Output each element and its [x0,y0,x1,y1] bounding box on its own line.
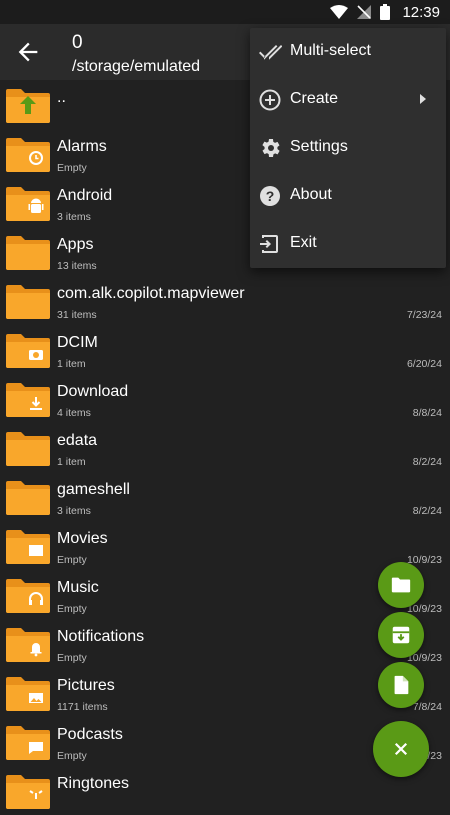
wifi-icon [330,5,349,19]
file-name: Music [57,579,99,596]
file-item-count: Empty [57,750,87,762]
download-folder-icon [6,383,50,417]
file-name: .. [57,89,66,106]
exit-icon [260,235,278,253]
file-date: 7/8/24 [412,701,442,713]
file-item-count: 1171 items [57,701,108,713]
android-folder-icon [6,187,50,221]
folder-icon [6,236,50,270]
menu-item-label: Exit [290,234,317,251]
back-arrow-icon[interactable] [14,38,42,66]
menu-item-label: Create [290,90,339,107]
clock: 12:39 [402,3,440,21]
file-item-count: 1 item [57,358,86,370]
new-archive-fab[interactable] [378,612,424,658]
music-folder-icon [6,579,50,613]
file-item-count: 3 items [57,211,91,223]
close-fab-button[interactable] [373,721,429,777]
parent-folder-icon [6,89,50,123]
file-item-count: 31 items [57,309,97,321]
menu-item-settings[interactable]: Settings [250,124,446,172]
notification-folder-icon [6,628,50,662]
menu-item-label: Settings [290,138,348,155]
double-check-icon [259,45,282,60]
file-list-item[interactable]: edata 1 item 8/2/24 [0,423,450,472]
file-date: 8/8/24 [412,407,442,419]
file-list-item[interactable]: com.alk.copilot.mapviewer 31 items 7/23/24 [0,276,450,325]
file-name: Podcasts [57,726,123,743]
file-name: Download [57,383,129,400]
menu-item-about[interactable]: ? About [250,172,446,220]
file-name: Notifications [57,628,145,645]
file-list-item[interactable]: Ringtones [0,766,450,815]
no-signal-icon [357,5,372,19]
file-list-item[interactable]: Movies Empty 10/9/23 [0,521,450,570]
new-file-fab[interactable] [378,662,424,708]
file-item-count: Empty [57,603,87,615]
submenu-arrow-icon [420,94,426,104]
file-name: Pictures [57,677,115,694]
new-folder-fab[interactable] [378,562,424,608]
close-icon [394,742,408,756]
archive-icon [392,626,410,644]
alarm-folder-icon [6,138,50,172]
camera-folder-icon [6,334,50,368]
folder-icon [6,285,50,319]
menu-item-create[interactable]: Create [250,76,446,124]
overflow-menu: Multi-select Create Settings ? About Exi… [250,28,446,268]
file-list-item[interactable]: gameshell 3 items 8/2/24 [0,472,450,521]
file-item-count: Empty [57,554,87,566]
file-date: 8/2/24 [412,505,442,517]
menu-item-multi-select[interactable]: Multi-select [250,28,446,76]
movie-folder-icon [6,530,50,564]
file-name: Apps [57,236,94,253]
status-bar: 12:39 [0,0,450,24]
new-folder-icon [391,577,411,593]
menu-item-label: Multi-select [290,42,371,59]
add-circle-icon [259,89,281,111]
podcast-folder-icon [6,726,50,760]
file-date: 7/23/24 [406,309,442,321]
file-list-item[interactable]: DCIM 1 item 6/20/24 [0,325,450,374]
file-item-count: 3 items [57,505,91,517]
file-item-count: 13 items [57,260,97,272]
file-date: 8/2/24 [412,456,442,468]
file-name: Android [57,187,113,204]
help-circle-icon: ? [260,186,280,206]
ringtone-folder-icon [6,775,50,809]
folder-icon [6,432,50,466]
new-file-icon [394,675,409,695]
menu-item-label: About [290,186,332,203]
svg-text:?: ? [266,188,275,204]
menu-item-exit[interactable]: Exit [250,220,446,268]
file-name: gameshell [57,481,130,498]
file-name: edata [57,432,98,449]
file-name: Movies [57,530,108,547]
file-item-count: Empty [57,162,87,174]
file-name: Alarms [57,138,107,155]
current-path: /storage/emulated [72,58,201,75]
picture-folder-icon [6,677,50,711]
file-date: /23 [427,750,442,762]
gear-icon [262,139,280,157]
file-date: 6/20/24 [406,358,442,370]
file-item-count: 4 items [57,407,91,419]
file-item-count: Empty [57,652,87,664]
file-name: DCIM [57,334,98,351]
file-list-item[interactable]: Download 4 items 8/8/24 [0,374,450,423]
selection-count: 0 [72,32,83,53]
file-name: Ringtones [57,775,130,792]
file-item-count: 1 item [57,456,86,468]
file-name: com.alk.copilot.mapviewer [57,285,245,302]
folder-icon [6,481,50,515]
battery-icon [380,4,391,20]
